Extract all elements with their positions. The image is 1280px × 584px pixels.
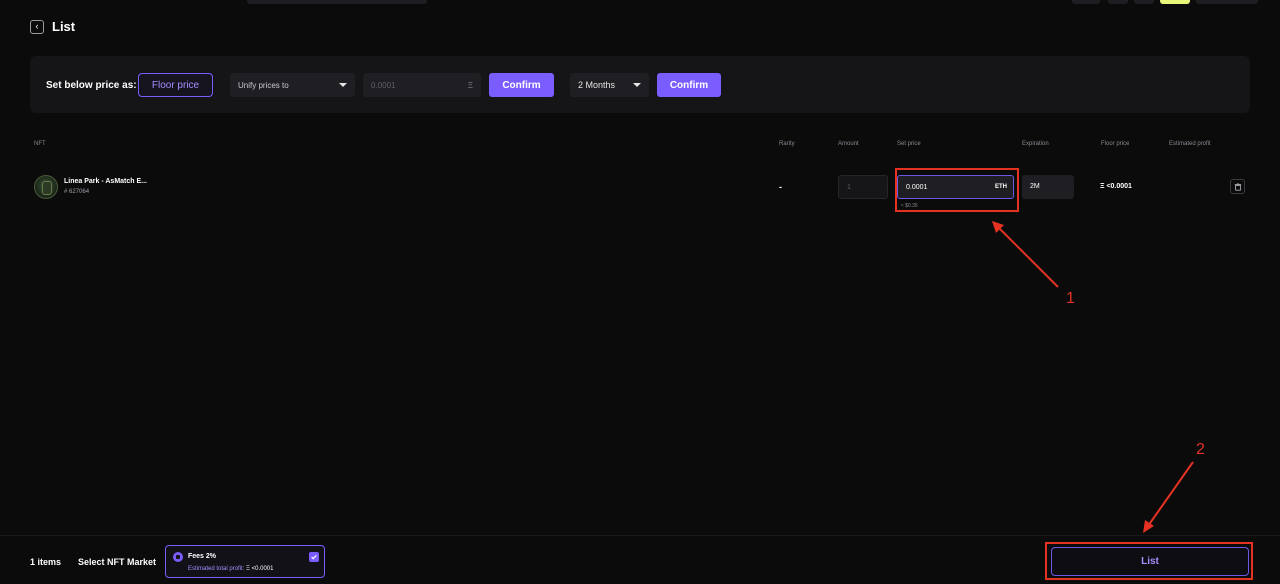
market-checkbox[interactable]: [309, 552, 319, 562]
header-nft: NFT: [34, 141, 46, 147]
footer-divider: [0, 535, 1280, 536]
estimated-profit: Estimated total profit: Ξ <0.0001: [188, 566, 273, 572]
wallet-button-edge[interactable]: [1160, 0, 1190, 4]
unify-prices-select[interactable]: Unify prices to: [230, 73, 355, 97]
bulk-price-toolbar: Set below price as: Floor price Unify pr…: [30, 56, 1250, 113]
set-below-price-label: Set below price as:: [46, 79, 137, 91]
annotation-number-1: 1: [1066, 290, 1075, 307]
nft-name: Linea Park - AsMatch E...: [64, 178, 147, 185]
trash-icon: [1234, 182, 1241, 191]
header-estimated-profit: Estimated profit: [1169, 141, 1211, 147]
estimated-profit-value: Ξ <0.0001: [246, 566, 274, 572]
caret-down-icon: [633, 83, 641, 87]
caret-down-icon: [339, 83, 347, 87]
annotation-box-2: [1045, 542, 1253, 580]
top-header-strip: [0, 0, 1280, 6]
nft-token-id: # 627064: [64, 189, 90, 195]
nft-rarity: -: [779, 182, 782, 192]
header-button-edge[interactable]: [1072, 0, 1100, 4]
annotation-box-1: [895, 168, 1019, 212]
unify-price-placeholder: 0.0001: [371, 80, 396, 90]
unify-price-input[interactable]: 0.0001 Ξ: [363, 73, 481, 97]
market-logo-icon: [173, 552, 183, 562]
header-set-price: Set price: [897, 141, 921, 147]
header-icon-edge[interactable]: [1108, 0, 1128, 4]
confirm-duration-button[interactable]: Confirm: [657, 73, 721, 97]
duration-select[interactable]: 2 Months: [570, 73, 649, 97]
annotation-number-2: 2: [1196, 441, 1205, 458]
delete-button[interactable]: [1230, 179, 1245, 194]
eth-icon: Ξ: [467, 80, 473, 90]
estimated-profit-label: Estimated total profit:: [188, 566, 245, 572]
page-title: List: [52, 19, 76, 34]
expiration-select[interactable]: 2M: [1022, 175, 1074, 199]
unify-prices-value: Unify prices to: [238, 80, 289, 90]
header-icon-edge[interactable]: [1134, 0, 1154, 4]
back-button[interactable]: ‹: [30, 19, 44, 34]
market-option-card[interactable]: Fees 2% Estimated total profit: Ξ <0.000…: [165, 545, 325, 578]
nft-thumbnail: [34, 175, 58, 199]
amount-input[interactable]: 1: [838, 175, 888, 199]
search-bar-edge[interactable]: [247, 0, 427, 4]
floor-price-button[interactable]: Floor price: [138, 73, 213, 97]
page-header: ‹ List: [30, 19, 75, 34]
select-market-label: Select NFT Market: [78, 557, 157, 567]
header-floor-price: Floor price: [1101, 141, 1130, 147]
floor-price-value: Ξ <0.0001: [1100, 183, 1132, 190]
chevron-left-icon: ‹: [35, 21, 39, 31]
account-button-edge[interactable]: [1196, 0, 1258, 4]
duration-value: 2 Months: [578, 80, 616, 90]
header-amount: Amount: [838, 141, 859, 147]
check-icon: [311, 554, 317, 560]
confirm-price-button[interactable]: Confirm: [489, 73, 554, 97]
market-fees: Fees 2%: [188, 553, 217, 560]
header-expiration: Expiration: [1022, 141, 1049, 147]
header-rarity: Rarity: [779, 141, 795, 147]
items-count: 1 items: [30, 557, 62, 567]
